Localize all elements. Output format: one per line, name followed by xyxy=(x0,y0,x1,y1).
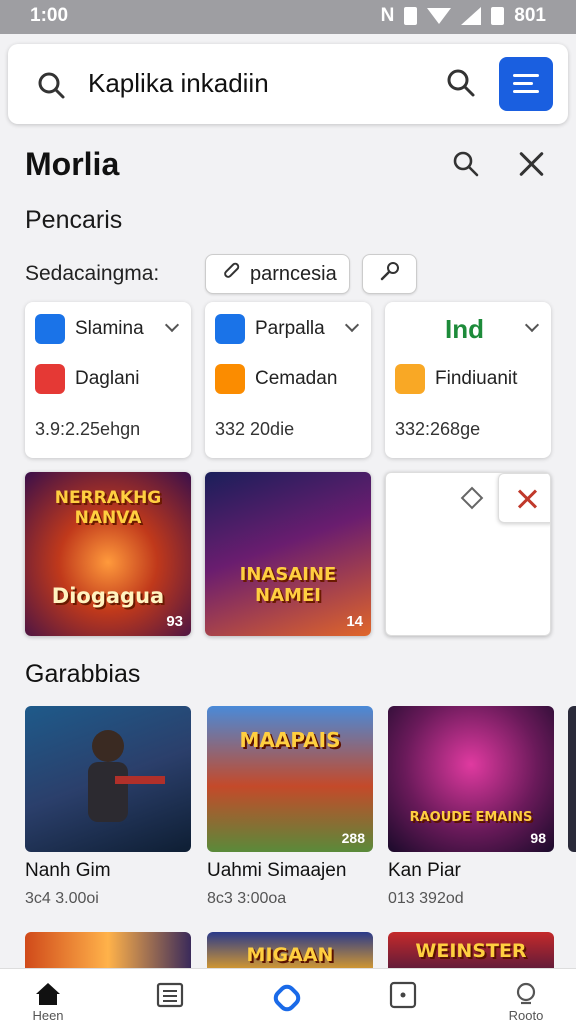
wifi-icon xyxy=(427,8,452,24)
nav-library[interactable] xyxy=(363,969,443,1024)
edit-chip[interactable] xyxy=(362,254,417,294)
page-title: Morlia xyxy=(25,146,120,182)
card-footer: 332 20die xyxy=(215,419,295,439)
app-orange-icon xyxy=(215,364,245,394)
game-card[interactable]: RAOUDE EMAINS 98 Kan Piar 013 392od xyxy=(388,706,554,908)
category-card[interactable]: Ind Findiuanit 332:268ge xyxy=(385,302,551,458)
signal-icon xyxy=(461,7,482,25)
game-thumb-title: WEINSTER xyxy=(415,940,527,962)
game-thumb-title: MAAPAIS xyxy=(239,728,341,752)
game-thumbnail[interactable]: WEINSTER xyxy=(388,932,554,972)
filter-chip[interactable]: parncesia xyxy=(205,254,350,294)
bottom-nav: Heen Rooto xyxy=(0,968,576,1024)
battery-level: 801 xyxy=(514,5,546,26)
app-yellow-icon xyxy=(395,364,425,394)
game-name: Kan Piar xyxy=(388,860,461,881)
card-top-label: Ind xyxy=(445,314,484,344)
game-meta: 013 392od xyxy=(388,890,464,907)
square-icon xyxy=(389,981,417,1014)
status-time: 1:00 xyxy=(30,5,69,26)
status-bar: 1:00 N 801 xyxy=(0,0,576,34)
empty-tile[interactable] xyxy=(385,472,551,636)
game-thumb-title: MIGAAN xyxy=(246,944,334,966)
nav-label: Heen xyxy=(32,1008,64,1023)
diamond-icon xyxy=(270,981,304,1020)
featured-badge: 93 xyxy=(166,613,183,630)
card-second-label: Cemadan xyxy=(255,368,338,389)
card-footer: 332:268ge xyxy=(395,419,481,439)
nav-discover[interactable] xyxy=(247,969,327,1024)
diamond-icon[interactable] xyxy=(460,486,484,510)
game-card[interactable]: Nanh Gim 3c4 3.00oi xyxy=(25,706,191,908)
game-meta: 8c3 3:00oa xyxy=(207,890,287,907)
game-meta: 3c4 3.00oi xyxy=(25,890,99,907)
menu-icon xyxy=(513,74,539,77)
card-top-label: Parpalla xyxy=(255,318,325,339)
game-card[interactable]: MAAPAIS 288 Uahmi Simaajen 8c3 3:00oa xyxy=(207,706,373,908)
app-red-icon xyxy=(35,364,65,394)
category-card[interactable]: Parpalla Cemadan 332 20die xyxy=(205,302,371,458)
filter-label: Sedacaingma: xyxy=(25,262,160,285)
search-submit-icon[interactable] xyxy=(446,68,476,103)
game-name: Uahmi Simaajen xyxy=(207,860,347,881)
featured-title: NERRAKHG NANVA xyxy=(54,488,162,528)
card-top-label: Slamina xyxy=(75,318,144,339)
battery-icon xyxy=(491,7,505,25)
status-network-label: N xyxy=(380,5,395,26)
game-card-partial[interactable] xyxy=(568,706,576,852)
nav-list[interactable] xyxy=(130,969,210,1024)
game-thumbnail[interactable] xyxy=(25,932,191,972)
sim-icon xyxy=(404,7,418,25)
filter-chip-label: parncesia xyxy=(250,262,337,285)
nav-home[interactable]: Heen xyxy=(8,969,88,1024)
nav-label: Rooto xyxy=(508,1008,544,1023)
game-badge: 98 xyxy=(530,830,546,846)
card-second-label: Daglani xyxy=(75,368,140,389)
featured-subtitle: Diogagua xyxy=(51,584,165,608)
featured-tile[interactable]: NERRAKHG NANVA Diogagua 93 xyxy=(25,472,191,636)
search-icon[interactable] xyxy=(452,150,480,183)
featured-title: INASAINE NAMEI xyxy=(239,564,337,606)
remove-button[interactable] xyxy=(498,473,550,523)
card-footer: 3.9:2.25ehgn xyxy=(35,419,141,439)
pencil-icon xyxy=(220,260,242,288)
section-title: Garabbias xyxy=(25,660,141,688)
app-blue-icon xyxy=(215,314,245,344)
close-icon[interactable] xyxy=(516,148,548,180)
game-thumbnail[interactable]: MAAPAIS 288 xyxy=(207,706,373,852)
featured-badge: 14 xyxy=(346,613,363,630)
featured-tile[interactable]: INASAINE NAMEI 14 xyxy=(205,472,371,636)
game-badge: 288 xyxy=(341,830,365,846)
search-input[interactable]: Kaplika inkadiin xyxy=(88,68,269,99)
brush-icon xyxy=(378,259,402,289)
status-indicators: N 801 xyxy=(381,5,546,27)
search-bar[interactable]: Kaplika inkadiin xyxy=(8,44,568,124)
game-thumbnail[interactable]: RAOUDE EMAINS 98 xyxy=(388,706,554,852)
nav-search[interactable]: Rooto xyxy=(486,969,566,1024)
search-icon xyxy=(36,70,66,105)
menu-button[interactable] xyxy=(499,57,553,111)
game-thumbnail[interactable]: MIGAAN xyxy=(207,932,373,972)
section-subtitle: Pencaris xyxy=(25,206,123,234)
game-name: Nanh Gim xyxy=(25,860,111,881)
list-icon xyxy=(156,981,184,1014)
game-thumbnail[interactable] xyxy=(25,706,191,852)
game-thumb-title: RAOUDE EMAINS xyxy=(409,810,533,825)
card-second-label: Findiuanit xyxy=(435,368,518,389)
app-blue-icon xyxy=(35,314,65,344)
category-card[interactable]: Slamina Daglani 3.9:2.25ehgn xyxy=(25,302,191,458)
